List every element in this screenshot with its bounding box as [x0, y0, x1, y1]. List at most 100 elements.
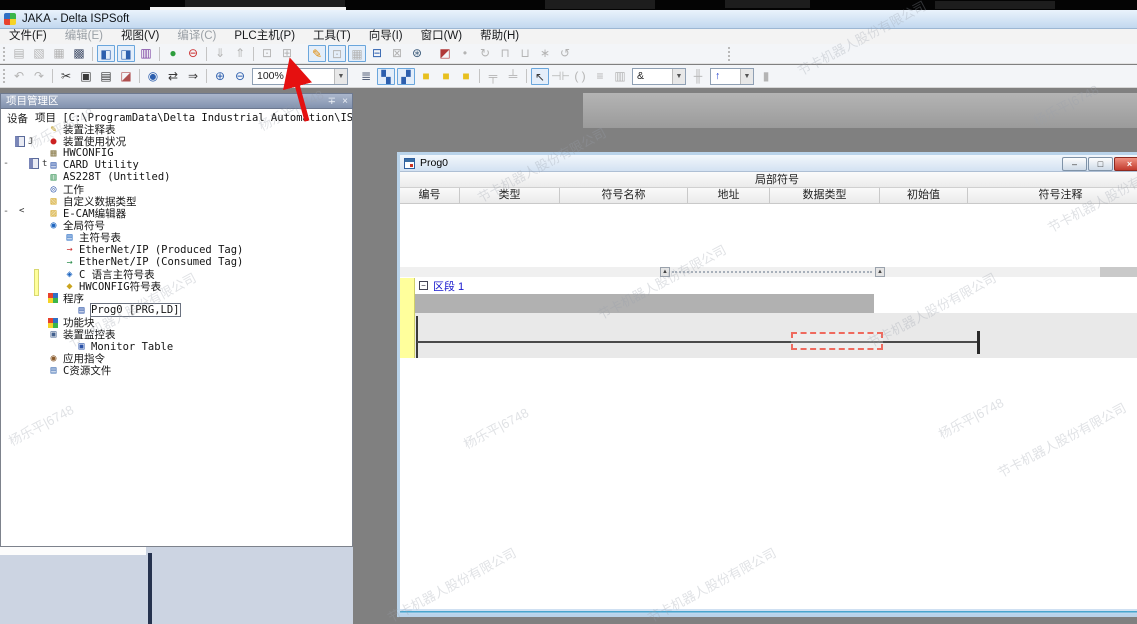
print-button[interactable]: ▩ [70, 45, 88, 62]
network-comment-bar[interactable] [415, 294, 874, 313]
tree-item-function-blocks[interactable]: 功能块 [1, 317, 353, 329]
tree-item-monitor-table[interactable]: ▣Monitor Table [1, 341, 353, 353]
tree-item-programs[interactable]: 程序 [1, 292, 353, 304]
tree-item-api-instructions[interactable]: ◉应用指令 [1, 353, 353, 365]
tree-item-custom-data-types[interactable]: ▧自定义数据类型 [1, 196, 353, 208]
symbol-table-body[interactable] [400, 204, 1137, 267]
zoom-in-button[interactable]: ⊕ [211, 68, 229, 85]
copy-button[interactable]: ▣ [77, 68, 95, 85]
tree-item-global-symbols[interactable]: ◉全局符号 [1, 220, 353, 232]
close-icon[interactable]: × [342, 95, 348, 109]
menu-plc-host[interactable]: PLC主机(P) [225, 29, 304, 44]
download-to-plc-button: ⇓ [211, 45, 229, 62]
menu-wizard[interactable]: 向导(I) [360, 29, 412, 44]
tree-item-main-symbol-table[interactable]: ▤主符号表 [1, 232, 353, 244]
new-pou-folder-button[interactable]: ■ [417, 68, 435, 85]
column-header-6[interactable]: 初始值 [880, 188, 968, 204]
ladder-editor[interactable]: − 区段 1 [400, 277, 1137, 614]
menu-edit[interactable]: 编辑(E) [56, 29, 112, 44]
menubar: 文件(F)编辑(E)视图(V)编译(C)PLC主机(P)工具(T)向导(I)窗口… [0, 29, 1137, 44]
run-monitor-button[interactable]: ● [164, 45, 182, 62]
tree-item-hwconfig-symbol-table[interactable]: ◆HWCONFIG符号表 [1, 280, 353, 292]
device-online-button[interactable]: ⊟ [368, 45, 386, 62]
table-ladder-splitter[interactable]: ▲ ▲ [400, 267, 1137, 277]
tree-item-ethernetip-produced-tag[interactable]: →EtherNet/IP (Produced Tag) [1, 244, 353, 256]
import-pou-folder-button[interactable]: ■ [437, 68, 455, 85]
prog0-child-window: Prog0 – □ × 局部符号 编号类型符号名称地址数据类型初始值符号注释 ▲… [397, 152, 1137, 617]
cut-button[interactable]: ✂ [57, 68, 75, 85]
project-panel-header[interactable]: 项目管理区 ∓ × [0, 93, 353, 109]
pou-group-icon [48, 293, 58, 303]
network-collapse-icon[interactable]: − [419, 281, 428, 290]
menu-compile[interactable]: 编译(C) [168, 29, 225, 44]
chevron-down-icon[interactable]: ▼ [334, 69, 347, 84]
add-network-below-button: ╧ [504, 68, 522, 85]
tree-item-c-main-symbol-table[interactable]: ◈C 语言主符号表 [1, 268, 353, 280]
menu-window[interactable]: 窗口(W) [412, 29, 472, 44]
toolbar-separator [206, 47, 207, 61]
close-button[interactable]: × [1114, 157, 1137, 171]
app-titlebar[interactable]: JAKA - Delta ISPSoft [0, 10, 1137, 29]
gate-type-combo[interactable]: &▼ [632, 68, 686, 85]
tree-item-tasks[interactable]: ◎工作 [1, 183, 353, 195]
pou-group-icon [48, 318, 58, 328]
column-header-2[interactable]: 类型 [460, 188, 560, 204]
toggle-output-panel-button[interactable]: ◨ [117, 45, 135, 62]
column-header-1[interactable]: 编号 [400, 188, 460, 204]
simulator-button[interactable]: ◩ [436, 45, 454, 62]
panel-bottom-edge [0, 547, 146, 555]
edit-comment-button[interactable]: ≣ [357, 68, 375, 85]
custom-data-types-icon: ▧ [47, 196, 60, 207]
column-header-5[interactable]: 数据类型 [770, 188, 880, 204]
pc-link-button[interactable]: ⊛ [408, 45, 426, 62]
selected-cell-marquee[interactable] [791, 332, 883, 350]
splitter-up-arrow-icon[interactable]: ▲ [875, 267, 885, 277]
stop-monitor-button[interactable]: ⊖ [184, 45, 202, 62]
minimize-button[interactable]: – [1062, 157, 1087, 171]
zoom-out-button[interactable]: ⊖ [231, 68, 249, 85]
splitter-up-arrow-icon[interactable]: ▲ [660, 267, 670, 277]
tree-item-device-comment-table[interactable]: ✎装置注释表 [1, 123, 353, 135]
replace-button[interactable]: ⇄ [164, 68, 182, 85]
tree-item-ethernetip-consumed-tag[interactable]: →EtherNet/IP (Consumed Tag) [1, 256, 353, 268]
app-logo-icon [4, 13, 16, 25]
chevron-down-icon[interactable]: ▼ [740, 69, 753, 84]
network-canvas[interactable] [415, 313, 1137, 358]
find-button[interactable]: ◉ [144, 68, 162, 85]
erase-button[interactable]: ◪ [117, 68, 135, 85]
export-pou-folder-button[interactable]: ■ [457, 68, 475, 85]
network-label[interactable]: 区段 1 [433, 278, 464, 294]
chevron-down-icon[interactable]: ▼ [672, 69, 685, 84]
toolbar-separator [526, 69, 527, 83]
menu-view[interactable]: 视图(V) [112, 29, 168, 44]
counter-direction-combo[interactable]: ↑▼ [710, 68, 754, 85]
tree-item-device-usage-status[interactable]: ●装置使用状况 [1, 135, 353, 147]
tree-item-prog0[interactable]: ▤Prog0 [PRG,LD] [1, 304, 353, 316]
column-header-4[interactable]: 地址 [688, 188, 770, 204]
maximize-button[interactable]: □ [1088, 157, 1113, 171]
tree-item-hwconfig[interactable]: ▦HWCONFIG [1, 147, 353, 159]
column-header-7[interactable]: 符号注释 [968, 188, 1137, 204]
zoom-level-combo[interactable]: 100%▼ [252, 68, 348, 85]
tree-item-device-monitor-tables[interactable]: ▣装置监控表 [1, 329, 353, 341]
menu-tools[interactable]: 工具(T) [304, 29, 360, 44]
tree-item-c-resource-files[interactable]: ▤C资源文件 [1, 365, 353, 377]
help-manual-button[interactable]: ▥ [137, 45, 155, 62]
column-header-3[interactable]: 符号名称 [560, 188, 688, 204]
edit-mode-button[interactable]: ✎ [308, 45, 326, 62]
tree-item-ecam-editor[interactable]: ▨E-CAM编辑器 [1, 208, 353, 220]
paste-button[interactable]: ▤ [97, 68, 115, 85]
window-layout-horizontal-button[interactable]: ▚ [377, 68, 395, 85]
mdi-workspace: 项目管理区 ∓ × 设备 项目 [C:\ProgramData\Delta In… [0, 88, 1137, 624]
tree-item-card-utility[interactable]: ▤CARD Utility [1, 159, 353, 171]
select-tool-button[interactable]: ↖ [531, 68, 549, 85]
window-layout-vertical-button[interactable]: ▞ [397, 68, 415, 85]
tree-item-as228t[interactable]: ▥AS228T (Untitled) [1, 171, 353, 183]
menu-file[interactable]: 文件(F) [0, 29, 56, 44]
toolbar-separator [52, 69, 53, 83]
pin-icon[interactable]: ∓ [328, 95, 336, 109]
goto-button[interactable]: ⇒ [184, 68, 202, 85]
prog0-titlebar[interactable]: Prog0 [400, 155, 1137, 172]
toggle-project-panel-button[interactable]: ◧ [97, 45, 115, 62]
menu-help[interactable]: 帮助(H) [471, 29, 528, 44]
